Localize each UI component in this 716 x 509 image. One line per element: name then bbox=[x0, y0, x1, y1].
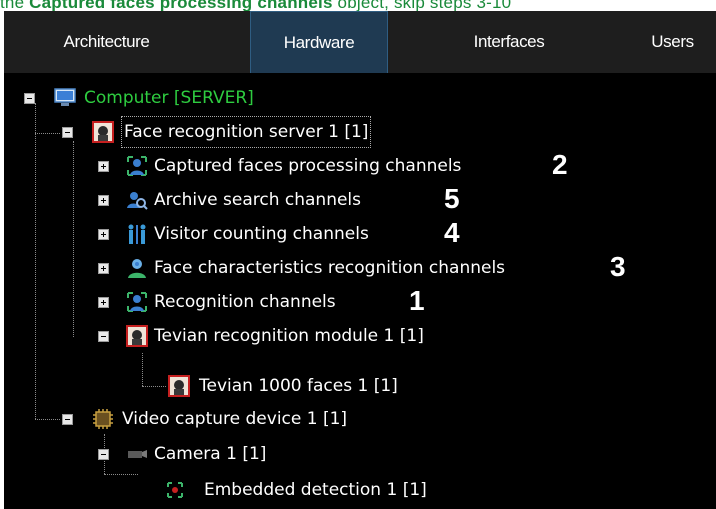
captured-faces-icon bbox=[127, 156, 147, 176]
step-number-label: 4 bbox=[444, 217, 460, 248]
tree-node-visitor-counting[interactable]: Visitor counting channels 4 bbox=[4, 217, 604, 249]
tree-node-video-capture[interactable]: Video capture device 1 [1] bbox=[4, 404, 604, 434]
tree-node-recognition-channels[interactable]: Recognition channels 1 bbox=[4, 285, 604, 317]
collapse-toggle[interactable] bbox=[62, 414, 73, 425]
video-capture-icon bbox=[93, 409, 113, 429]
collapse-toggle[interactable] bbox=[98, 331, 109, 342]
collapse-toggle[interactable] bbox=[24, 93, 35, 104]
visitor-counting-icon bbox=[128, 224, 146, 244]
tree-node-face-server[interactable]: Face recognition server 1 [1] bbox=[4, 116, 484, 148]
tree-node-face-characteristics[interactable]: Face characteristics recognition channel… bbox=[4, 251, 654, 283]
tab-bar: Architecture Hardware Interfaces Users bbox=[4, 11, 716, 73]
collapse-toggle[interactable] bbox=[62, 127, 73, 138]
collapse-toggle[interactable] bbox=[98, 449, 109, 460]
tevian-faces-icon bbox=[168, 375, 190, 397]
archive-search-icon bbox=[127, 192, 148, 210]
step-number-label: 1 bbox=[409, 285, 425, 316]
hardware-tree: Computer [SERVER] Face recognition serve… bbox=[4, 73, 716, 509]
face-characteristics-icon bbox=[128, 259, 146, 278]
tree-node-archive-search[interactable]: Archive search channels 5 bbox=[4, 183, 604, 215]
recognition-channels-icon bbox=[127, 292, 147, 312]
tree-node-tevian-faces[interactable]: Tevian 1000 faces 1 [1] bbox=[4, 371, 604, 401]
expand-toggle[interactable] bbox=[98, 297, 109, 308]
embedded-detection-icon bbox=[167, 482, 183, 498]
step-number-label: 3 bbox=[610, 251, 626, 282]
tree-node-captured-faces[interactable]: Captured faces processing channels 2 bbox=[4, 149, 604, 181]
settings-panel: Architecture Hardware Interfaces Users C… bbox=[4, 11, 716, 509]
tree-node-camera[interactable]: Camera 1 [1] bbox=[4, 439, 604, 469]
expand-toggle[interactable] bbox=[98, 161, 109, 172]
tab-users[interactable]: Users bbox=[629, 11, 716, 73]
tab-architecture[interactable]: Architecture bbox=[4, 11, 209, 73]
tab-interfaces[interactable]: Interfaces bbox=[414, 11, 604, 73]
tree-node-computer[interactable]: Computer [SERVER] bbox=[4, 83, 404, 113]
expand-toggle[interactable] bbox=[98, 229, 109, 240]
camera-icon bbox=[128, 450, 147, 458]
tab-hardware[interactable]: Hardware bbox=[250, 11, 388, 73]
expand-toggle[interactable] bbox=[98, 263, 109, 274]
tree-node-tevian-module[interactable]: Tevian recognition module 1 [1] bbox=[4, 321, 604, 351]
expand-toggle[interactable] bbox=[98, 195, 109, 206]
face-server-icon bbox=[92, 121, 114, 143]
step-number-label: 5 bbox=[444, 183, 460, 214]
tevian-module-icon bbox=[126, 325, 148, 347]
computer-icon bbox=[54, 88, 76, 106]
step-number-label: 2 bbox=[552, 149, 568, 180]
tree-node-embedded-detection[interactable]: Embedded detection 1 [1] bbox=[4, 475, 604, 505]
